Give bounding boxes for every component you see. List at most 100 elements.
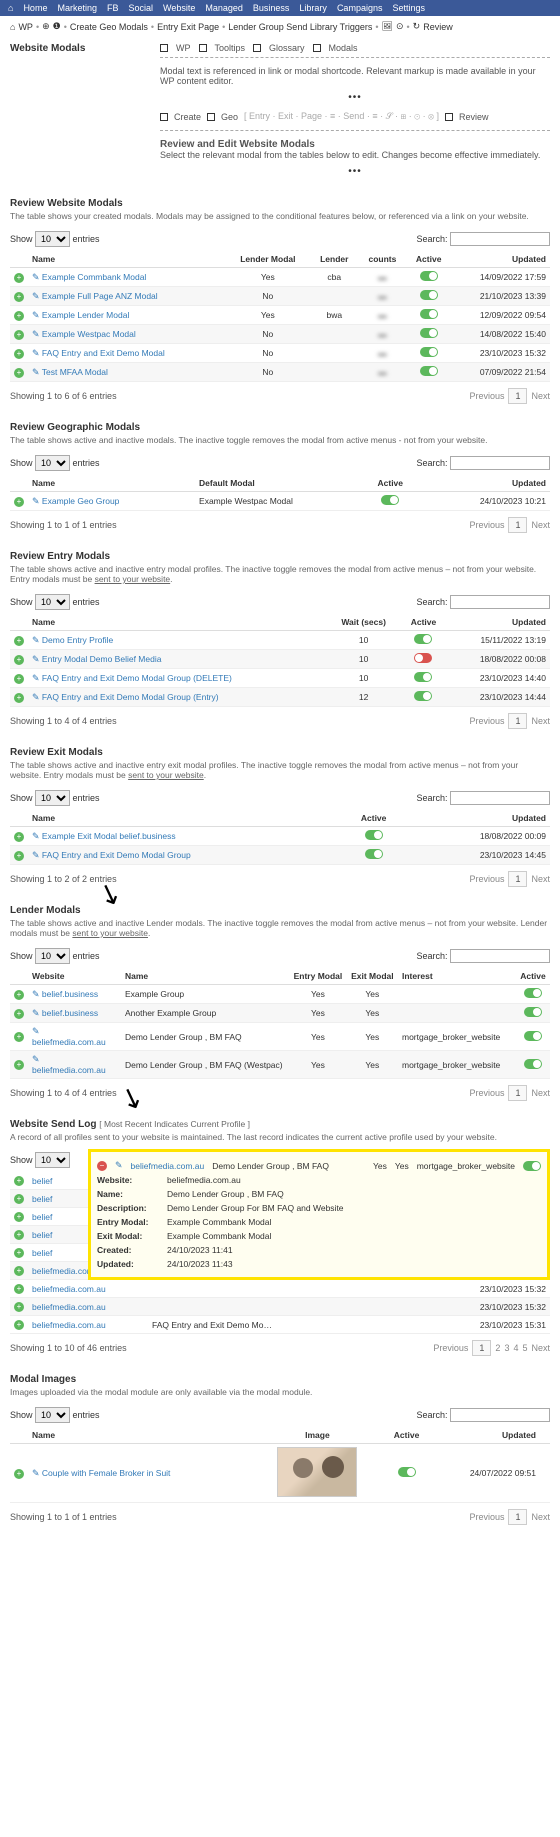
edit-icon[interactable]: ✎ xyxy=(32,1054,40,1064)
search-input[interactable] xyxy=(450,791,550,805)
sent-link[interactable]: sent to your website xyxy=(95,574,171,584)
col-updated[interactable]: Updated xyxy=(447,614,550,631)
row-site[interactable]: beliefmedia.com.au xyxy=(32,1302,106,1312)
edit-icon[interactable]: ✎ xyxy=(32,496,40,506)
site-link[interactable]: beliefmedia.com.au xyxy=(131,1161,205,1171)
row-site[interactable]: belief xyxy=(32,1194,52,1204)
expand-icon[interactable]: + xyxy=(14,1284,24,1294)
col-updated[interactable]: Updated xyxy=(414,810,550,827)
crumb-seg[interactable]: WP xyxy=(18,22,33,32)
prev-button[interactable]: Previous xyxy=(469,520,504,530)
active-toggle[interactable] xyxy=(414,653,432,663)
page-1[interactable]: 1 xyxy=(508,1509,527,1525)
edit-icon[interactable]: ✎ xyxy=(32,1008,40,1018)
active-toggle[interactable] xyxy=(414,672,432,682)
expand-icon[interactable]: + xyxy=(14,330,24,340)
active-toggle[interactable] xyxy=(420,290,438,300)
col-counts[interactable]: counts xyxy=(359,251,407,268)
row-name[interactable]: FAQ Entry and Exit Demo Modal xyxy=(42,348,165,358)
col-entry-modal[interactable]: Entry Modal xyxy=(289,968,347,985)
search-input[interactable] xyxy=(450,232,550,246)
home-icon[interactable]: ⌂ xyxy=(10,22,15,32)
active-toggle[interactable] xyxy=(365,849,383,859)
page-1[interactable]: 1 xyxy=(508,388,527,404)
page-size-select[interactable]: 10 xyxy=(35,1407,70,1423)
crumb-seg[interactable]: Lender Group Send Library Triggers xyxy=(228,22,372,32)
sent-link[interactable]: sent to your website xyxy=(72,928,148,938)
col-interest[interactable]: Interest xyxy=(398,968,506,985)
nav-item[interactable]: Managed xyxy=(205,3,243,13)
edit-icon[interactable]: ✎ xyxy=(32,329,40,339)
edit-icon[interactable]: ✎ xyxy=(115,1160,123,1171)
col-lender[interactable]: Lender xyxy=(310,251,358,268)
page-size-select[interactable]: 10 xyxy=(35,948,70,964)
gear-icon[interactable]: ⊙ xyxy=(396,21,404,32)
expand-icon[interactable]: + xyxy=(14,1248,24,1258)
edit-icon[interactable]: ✎ xyxy=(32,1468,40,1478)
expand-icon[interactable]: + xyxy=(14,990,24,1000)
active-toggle[interactable] xyxy=(420,328,438,338)
next-button[interactable]: Next xyxy=(531,1512,550,1522)
next-button[interactable]: Next xyxy=(531,520,550,530)
plus-icon[interactable]: ⊕ xyxy=(42,21,50,32)
search-input[interactable] xyxy=(450,595,550,609)
edit-icon[interactable]: ✎ xyxy=(32,692,40,702)
active-toggle[interactable] xyxy=(524,988,542,998)
next-button[interactable]: Next xyxy=(531,1343,550,1353)
col-active[interactable]: Active xyxy=(343,810,404,827)
page-1[interactable]: 1 xyxy=(508,1085,527,1101)
expand-icon[interactable]: + xyxy=(14,1266,24,1276)
expand-icon[interactable]: + xyxy=(14,1212,24,1222)
tool-geo[interactable]: Geo xyxy=(221,112,238,122)
active-toggle[interactable] xyxy=(420,366,438,376)
row-site[interactable]: belief xyxy=(32,1230,52,1240)
edit-icon[interactable]: ✎ xyxy=(32,673,40,683)
image-thumbnail[interactable] xyxy=(277,1447,357,1497)
page-1[interactable]: 1 xyxy=(472,1340,491,1356)
row-name[interactable]: Example Full Page ANZ Modal xyxy=(42,291,158,301)
nav-item[interactable]: Marketing xyxy=(57,3,97,13)
edit-icon[interactable]: ✎ xyxy=(32,850,40,860)
row-name[interactable]: FAQ Entry and Exit Demo Modal Group xyxy=(42,850,191,860)
row-name[interactable]: Example Geo Group xyxy=(42,496,119,506)
page-1[interactable]: 1 xyxy=(508,713,527,729)
search-input[interactable] xyxy=(450,949,550,963)
expand-icon[interactable]: + xyxy=(14,1032,24,1042)
prev-button[interactable]: Previous xyxy=(469,391,504,401)
nav-item[interactable]: Settings xyxy=(392,3,425,13)
col-updated[interactable]: Updated xyxy=(431,1427,540,1444)
page-size-select[interactable]: 10 xyxy=(35,231,70,247)
col-updated[interactable]: Updated xyxy=(451,251,550,268)
edit-icon[interactable]: ✎ xyxy=(32,291,40,301)
expand-icon[interactable]: + xyxy=(14,851,24,861)
col-active[interactable]: Active xyxy=(382,1427,431,1444)
col-name[interactable]: Name xyxy=(28,810,333,827)
active-toggle[interactable] xyxy=(524,1007,542,1017)
active-toggle[interactable] xyxy=(414,691,432,701)
page-size-select[interactable]: 10 xyxy=(35,594,70,610)
refresh-icon[interactable]: ↻ xyxy=(413,21,421,32)
expand-icon[interactable]: + xyxy=(14,311,24,321)
expand-icon[interactable]: + xyxy=(14,832,24,842)
row-site[interactable]: beliefmedia.com.au xyxy=(32,1037,106,1047)
expand-icon[interactable]: + xyxy=(14,655,24,665)
expand-icon[interactable]: + xyxy=(14,636,24,646)
active-toggle[interactable] xyxy=(365,830,383,840)
edit-icon[interactable]: ✎ xyxy=(32,654,40,664)
expand-icon[interactable]: + xyxy=(14,1194,24,1204)
info-icon[interactable]: ❶ xyxy=(53,21,61,32)
row-name[interactable]: FAQ Entry and Exit Demo Modal Group (Ent… xyxy=(42,692,219,702)
col-default-modal[interactable]: Default Modal xyxy=(195,475,363,492)
crumb-seg[interactable]: Create Geo Modals xyxy=(70,22,148,32)
next-button[interactable]: Next xyxy=(531,874,550,884)
tool-create[interactable]: Create xyxy=(174,112,201,122)
expand-icon[interactable]: + xyxy=(14,292,24,302)
page-3[interactable]: 3 xyxy=(504,1343,509,1353)
expand-icon[interactable]: + xyxy=(14,1009,24,1019)
row-site[interactable]: belief.business xyxy=(42,989,98,999)
page-1[interactable]: 1 xyxy=(508,871,527,887)
row-name[interactable]: Example Lender Modal xyxy=(42,310,129,320)
active-toggle[interactable] xyxy=(398,1467,416,1477)
col-name[interactable]: Name xyxy=(28,251,216,268)
search-input[interactable] xyxy=(450,456,550,470)
